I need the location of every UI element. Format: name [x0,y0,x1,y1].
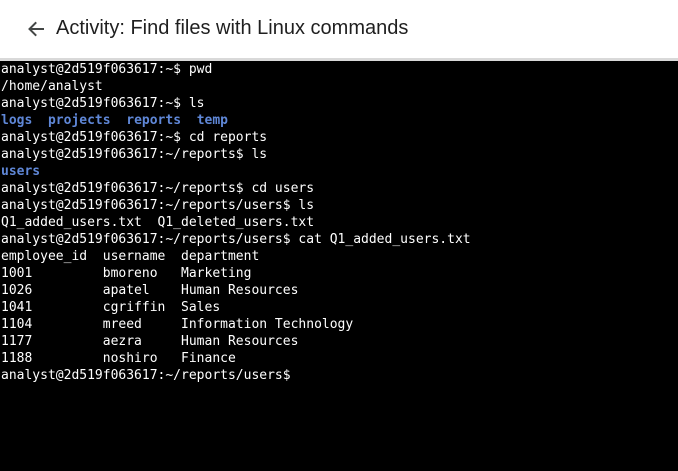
directory-name: temp [196,113,229,128]
terminal-line: 1104 mreed Information Technology [1,317,354,332]
activity-header: Activity: Find files with Linux commands [0,0,678,58]
terminal-line: /home/analyst [1,79,103,94]
arrow-left-icon [28,21,44,37]
back-button[interactable] [24,17,48,41]
directory-name: users [1,164,41,179]
terminal-line: 1177 aezra Human Resources [1,334,299,349]
terminal-line: 1188 noshiro Finance [1,351,236,366]
terminal-line: analyst@2d519f063617:~/reports/users$ [1,368,299,383]
terminal-line: 1041 cgriffin Sales [1,300,221,315]
terminal-line: 1001 bmoreno Marketing [1,266,252,281]
directory-name: projects [47,113,111,128]
terminal-line: analyst@2d519f063617:~/reports$ cd users [1,181,315,196]
directory-name: reports [126,113,182,128]
terminal-line: analyst@2d519f063617:~/reports/users$ ls [1,198,315,213]
terminal-line: analyst@2d519f063617:~$ pwd [1,62,213,77]
terminal-line: analyst@2d519f063617:~/reports$ ls [1,147,268,162]
terminal-line: logs projects reports temp [1,112,471,129]
terminal-window[interactable]: analyst@2d519f063617:~$ pwd/home/analyst… [0,61,678,471]
terminal-line: analyst@2d519f063617:~/reports/users$ ca… [1,232,471,247]
terminal-line: Q1_added_users.txt Q1_deleted_users.txt [1,215,315,230]
terminal-line: users [1,163,471,180]
terminal-line: analyst@2d519f063617:~$ cd reports [1,130,268,145]
terminal-line: employee_id username department [1,249,260,264]
terminal-line: analyst@2d519f063617:~$ ls [1,96,205,111]
terminal-line: 1026 apatel Human Resources [1,283,299,298]
directory-name: logs [1,113,33,128]
terminal-output: analyst@2d519f063617:~$ pwd/home/analyst… [1,61,471,384]
page-title: Activity: Find files with Linux commands [56,17,409,39]
